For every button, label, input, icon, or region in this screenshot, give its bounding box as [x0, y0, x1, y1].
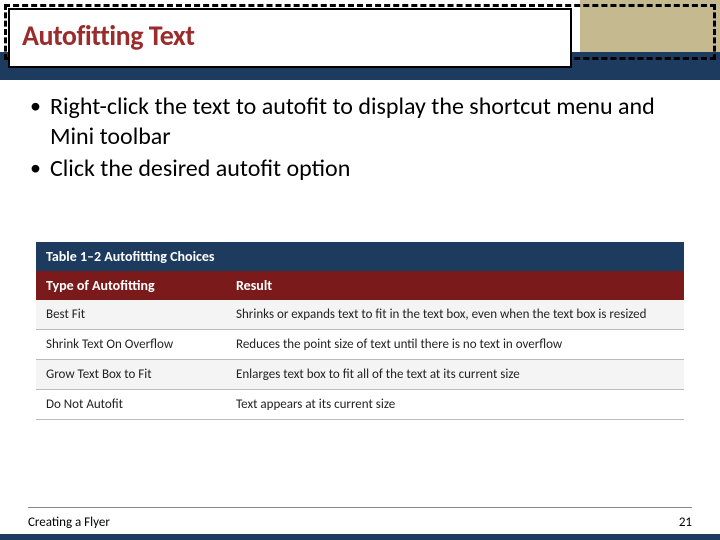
table-body: Best Fit Shrinks or expands text to fit … [36, 300, 684, 420]
bullet-list: Right-click the text to autofit to displ… [28, 92, 692, 184]
table-row: Do Not Autofit Text appears at its curre… [36, 390, 684, 420]
bullet-item: Click the desired autofit option [28, 154, 692, 184]
table-header-col2: Result [226, 271, 684, 300]
slide-title-box: Autofitting Text [8, 8, 572, 68]
footer-rule [28, 507, 692, 508]
table-row: Best Fit Shrinks or expands text to fit … [36, 300, 684, 330]
table-cell: Shrink Text On Overflow [36, 330, 226, 359]
content-area: Right-click the text to autofit to displ… [28, 92, 692, 186]
table-row: Grow Text Box to Fit Enlarges text box t… [36, 360, 684, 390]
table-cell: Best Fit [36, 300, 226, 329]
table-caption: Table 1–2 Autofitting Choices [36, 242, 684, 271]
table-header-col1: Type of Autofitting [36, 271, 226, 300]
table-header-row: Type of Autofitting Result [36, 271, 684, 300]
table-cell: Text appears at its current size [226, 390, 684, 419]
footer-left: Creating a Flyer [28, 515, 110, 530]
table-row: Shrink Text On Overflow Reduces the poin… [36, 330, 684, 360]
autofit-table: Table 1–2 Autofitting Choices Type of Au… [36, 242, 684, 420]
footer: Creating a Flyer 21 [28, 515, 692, 530]
table-cell: Shrinks or expands text to fit in the te… [226, 300, 684, 329]
page-number: 21 [679, 515, 692, 530]
table-cell: Grow Text Box to Fit [36, 360, 226, 389]
table-cell: Reduces the point size of text until the… [226, 330, 684, 359]
table-cell: Enlarges text box to fit all of the text… [226, 360, 684, 389]
slide-title: Autofitting Text [22, 18, 558, 53]
decorative-tan-block [580, 0, 720, 52]
decorative-navy-bottom [0, 534, 720, 540]
table-cell: Do Not Autofit [36, 390, 226, 419]
bullet-item: Right-click the text to autofit to displ… [28, 92, 692, 152]
